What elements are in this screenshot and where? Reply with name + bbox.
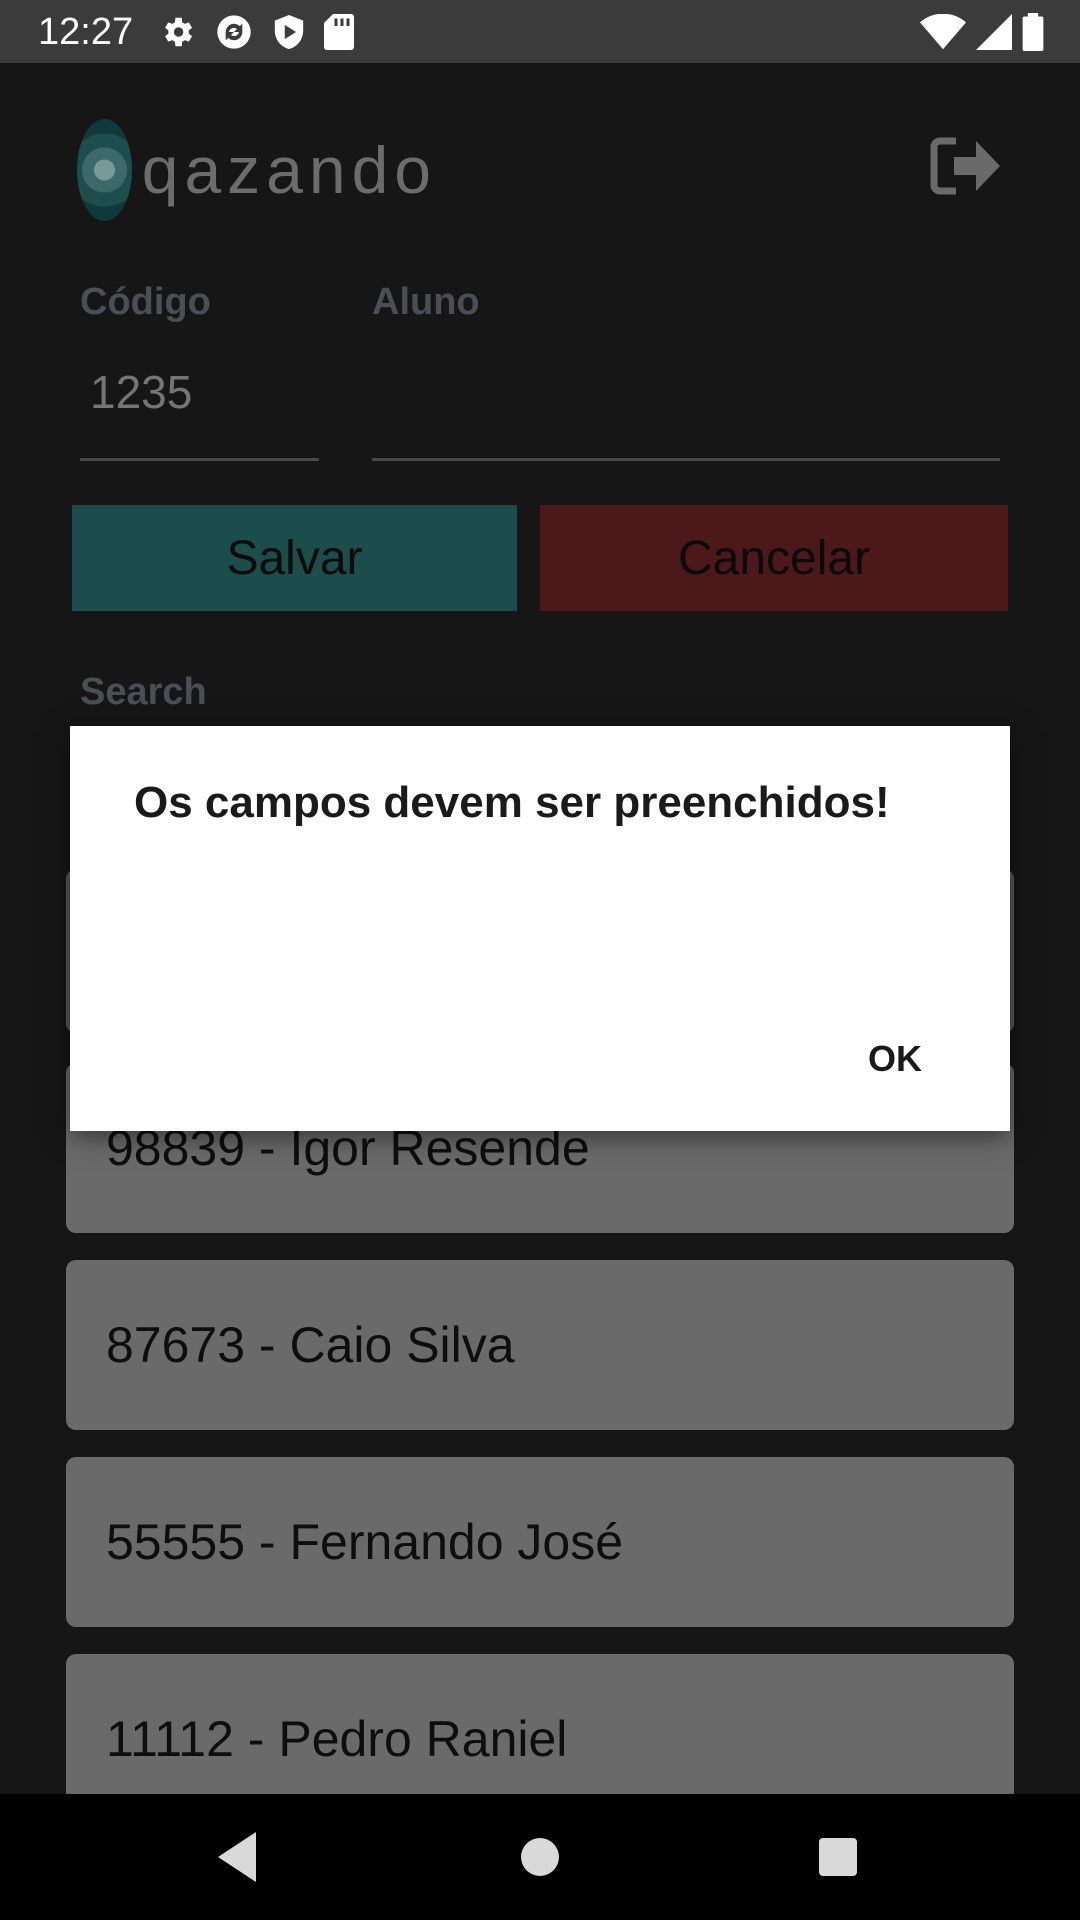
wifi-icon: [920, 14, 966, 50]
list-item[interactable]: 55555 - Fernando José: [66, 1457, 1014, 1627]
sync-icon: [217, 15, 251, 49]
code-input[interactable]: 1235: [90, 365, 192, 419]
code-label: Código: [80, 281, 211, 323]
signal-icon: [976, 14, 1012, 50]
student-input[interactable]: [380, 365, 1000, 425]
logo-text: qazando: [141, 133, 437, 207]
status-bar: 12:27: [0, 0, 1080, 63]
student-underline: [372, 458, 1000, 461]
list-item[interactable]: 11112 - Pedro Raniel: [66, 1654, 1014, 1794]
dialog-ok-button[interactable]: OK: [868, 1038, 922, 1080]
cancel-button-label: Cancelar: [677, 531, 871, 585]
status-left-icons: [158, 12, 354, 52]
student-label: Aluno: [372, 281, 480, 323]
list-item[interactable]: 87673 - Caio Silva: [66, 1260, 1014, 1430]
sd-card-icon: [324, 14, 354, 50]
back-icon[interactable]: [204, 1824, 270, 1890]
logo-mark-icon: [77, 119, 132, 221]
code-underline: [80, 458, 319, 461]
cancel-button[interactable]: Cancelar: [540, 505, 1008, 611]
app-logo: qazando: [77, 118, 437, 222]
list-item-text: 55555 - Fernando José: [106, 1514, 624, 1570]
navigation-bar: [0, 1794, 1080, 1920]
status-time: 12:27: [38, 11, 134, 53]
gear-icon: [165, 17, 193, 47]
recents-icon[interactable]: [805, 1824, 871, 1890]
search-label: Search: [80, 671, 207, 713]
list-item-text: 11112 - Pedro Raniel: [106, 1711, 568, 1767]
list-item-text: 87673 - Caio Silva: [106, 1317, 515, 1373]
shield-icon: [274, 15, 304, 49]
battery-icon: [1022, 13, 1044, 51]
alert-dialog: Os campos devem ser preenchidos! OK: [70, 726, 1010, 1131]
logout-icon[interactable]: [930, 135, 1002, 197]
save-button[interactable]: Salvar: [72, 505, 517, 611]
save-button-label: Salvar: [226, 531, 363, 585]
status-right-icons: [920, 12, 1044, 52]
dialog-message: Os campos devem ser preenchidos!: [134, 778, 890, 827]
home-icon[interactable]: [507, 1824, 573, 1890]
